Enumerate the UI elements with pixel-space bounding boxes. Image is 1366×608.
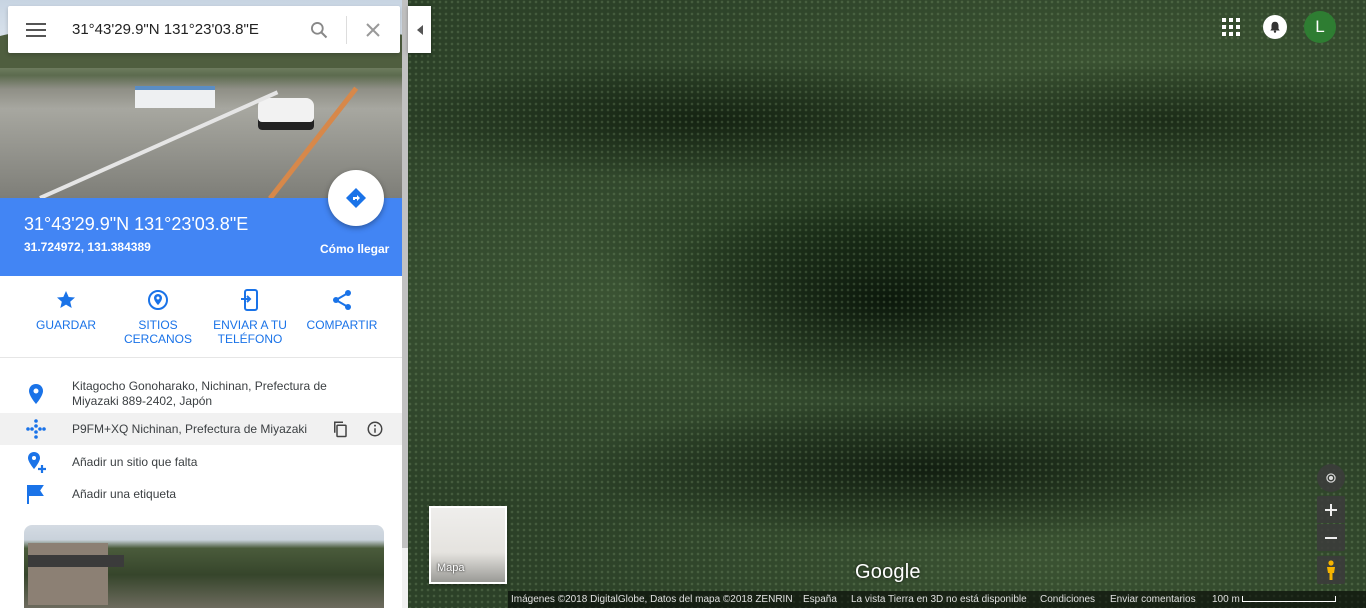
- add-missing-place-text: Añadir un sitio que falta: [72, 455, 198, 469]
- earth-3d-notice: La vista Tierra en 3D no está disponible: [851, 594, 1027, 605]
- add-missing-place-row[interactable]: Añadir un sitio que falta: [0, 448, 402, 476]
- map-footer: Imágenes ©2018 DigitalGlobe, Datos del m…: [508, 591, 1366, 608]
- send-to-phone-icon: [241, 289, 258, 311]
- address-text: Kitagocho Gonoharako, Nichinan, Prefectu…: [72, 379, 327, 408]
- zoom-out-button[interactable]: [1317, 524, 1345, 551]
- place-coordinates: 31.724972, 131.384389: [24, 240, 151, 254]
- search-divider: [346, 16, 347, 44]
- street-view-pegman-button[interactable]: [1317, 556, 1345, 584]
- search-button[interactable]: [304, 15, 334, 45]
- google-maps-app: 31°43'29.9"N 131°23'03.8"E 31.724972, 13…: [0, 0, 1366, 608]
- nearby-button[interactable]: SITIOS CERCANOS: [115, 288, 201, 346]
- search-box: [8, 6, 400, 53]
- info-icon[interactable]: [366, 420, 384, 438]
- panel-scrollbar[interactable]: [402, 0, 408, 608]
- photo-car: [258, 98, 314, 130]
- directions-icon: [346, 188, 366, 208]
- panel-scroll-thumb[interactable]: [402, 0, 408, 548]
- google-logo: Google: [855, 561, 921, 583]
- imagery-attribution: Imágenes ©2018 DigitalGlobe, Datos del m…: [511, 594, 793, 605]
- menu-icon: [26, 23, 46, 37]
- account-avatar[interactable]: L: [1304, 11, 1336, 43]
- bell-icon: [1270, 21, 1280, 33]
- clear-search-button[interactable]: [358, 15, 388, 45]
- add-label-text: Añadir una etiqueta: [72, 487, 177, 501]
- close-icon: [366, 23, 380, 37]
- minus-icon: [1325, 536, 1337, 539]
- star-icon: [57, 291, 75, 308]
- pluscode-text: P9FM+XQ Nichinan, Prefectura de Miyazaki: [72, 422, 308, 436]
- minimap-label: Mapa: [437, 562, 465, 574]
- my-location-icon: [1326, 473, 1336, 483]
- copy-icon[interactable]: [331, 420, 349, 438]
- nearby-label: SITIOS CERCANOS: [123, 318, 192, 346]
- send-to-phone-button[interactable]: ENVIAR A TU TELÉFONO: [207, 288, 293, 346]
- add-label-row[interactable]: Añadir una etiqueta: [0, 480, 402, 508]
- flag-icon: [27, 485, 44, 504]
- search-input[interactable]: [72, 16, 297, 42]
- search-icon: [311, 22, 328, 39]
- place-panel: 31°43'29.9"N 131°23'03.8"E 31.724972, 13…: [0, 0, 408, 608]
- add-place-icon: [28, 452, 46, 473]
- share-icon: [333, 290, 351, 310]
- location-pin-icon: [29, 384, 43, 404]
- share-label: COMPARTIR: [306, 318, 378, 332]
- menu-button[interactable]: [21, 15, 51, 45]
- pluscode-icon: [26, 419, 46, 439]
- save-label: GUARDAR: [35, 318, 96, 332]
- photo-house-roof: [28, 555, 124, 567]
- share-button[interactable]: COMPARTIR: [299, 288, 385, 332]
- directions-label[interactable]: Cómo llegar: [320, 242, 389, 256]
- pegman-icon: [1327, 560, 1335, 580]
- chevron-left-icon: [416, 24, 423, 35]
- save-button[interactable]: GUARDAR: [23, 288, 109, 332]
- satellite-map[interactable]: [408, 0, 1366, 608]
- nearby-icon: [148, 290, 168, 310]
- photo-store: [135, 86, 215, 108]
- scale-label: 100 m: [1212, 594, 1240, 605]
- place-photo-card[interactable]: [24, 525, 384, 608]
- address-row[interactable]: Kitagocho Gonoharako, Nichinan, Prefectu…: [0, 372, 402, 412]
- pluscode-row[interactable]: P9FM+XQ Nichinan, Prefectura de Miyazaki: [0, 413, 402, 445]
- my-location-button[interactable]: [1317, 464, 1345, 492]
- zoom-in-button[interactable]: [1317, 496, 1345, 523]
- photo-house: [28, 543, 124, 605]
- directions-button[interactable]: [328, 170, 384, 226]
- send-feedback-link[interactable]: Enviar comentarios: [1110, 594, 1196, 605]
- send-to-phone-label: ENVIAR A TU TELÉFONO: [213, 318, 287, 346]
- terms-link[interactable]: Condiciones: [1040, 594, 1095, 605]
- map-texture: [408, 0, 1366, 608]
- scale-bar: [1242, 596, 1336, 602]
- country-link[interactable]: España: [803, 594, 837, 605]
- google-apps-button[interactable]: [1218, 14, 1244, 40]
- plus-icon: [1325, 503, 1337, 516]
- notifications-button[interactable]: [1263, 15, 1287, 39]
- action-bar: GUARDAR SITIOS CERCANOS ENVIAR A TU TELÉ…: [0, 276, 402, 358]
- apps-grid-icon: [1222, 18, 1240, 36]
- collapse-panel-button[interactable]: [408, 6, 431, 53]
- place-title: 31°43'29.9"N 131°23'03.8"E: [24, 214, 249, 234]
- map-layer-switcher[interactable]: Mapa: [429, 506, 507, 584]
